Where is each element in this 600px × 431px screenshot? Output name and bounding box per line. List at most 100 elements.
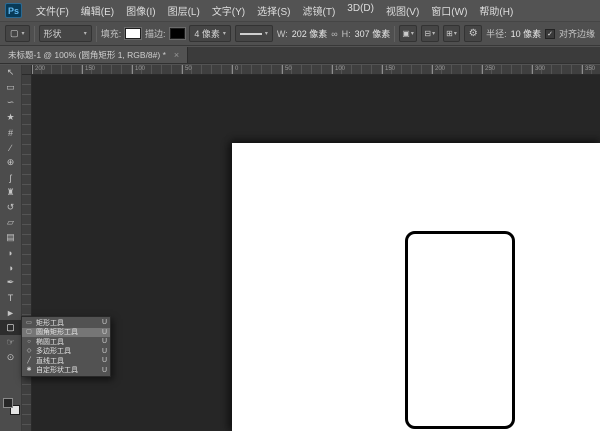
menu-3d[interactable]: 3D(D) (341, 1, 380, 20)
ruler-tick: 150 (382, 65, 383, 74)
align-edges-checkbox[interactable]: ✓ (545, 29, 555, 39)
ruler-tick: 100 (132, 65, 133, 74)
link-dimensions-icon[interactable]: ∞ (331, 29, 337, 39)
tool-icon: ∽ (7, 97, 15, 108)
blur-tool[interactable]: ◗ (0, 245, 22, 260)
flyout-rounded-rectangle-tool[interactable]: ▢ 圆角矩形工具 U (22, 328, 110, 338)
tool-icon: ► (6, 308, 15, 318)
crop-tool[interactable]: # (0, 125, 22, 140)
flyout-ellipse-tool[interactable]: ○ 椭圆工具 U (22, 337, 110, 347)
color-swatches (3, 398, 21, 416)
height-field[interactable]: 307 像素 (355, 27, 391, 40)
tool-icon: ★ (6, 112, 14, 123)
menu-filter[interactable]: 滤镜(T) (297, 1, 342, 20)
ruler-tick-label: 200 (35, 65, 45, 74)
ruler-tick: 0 (232, 65, 233, 74)
tool-icon: ⊙ (7, 352, 15, 363)
clone-stamp-tool[interactable]: ♜ (0, 185, 22, 200)
flyout-item-shortcut: U (102, 367, 107, 374)
menu-help[interactable]: 帮助(H) (473, 1, 519, 20)
healing-brush-tool[interactable]: ⊕ (0, 155, 22, 170)
history-brush-tool[interactable]: ↺ (0, 200, 22, 215)
align-edges-label: 对齐边缘 (559, 27, 595, 40)
tool-preset-icon: ▢ (10, 28, 19, 39)
menu-bar: Ps 文件(F) 编辑(E) 图像(I) 图层(L) 文字(Y) 选择(S) 滤… (0, 0, 600, 22)
ruler-tick-label: 200 (435, 65, 445, 74)
path-alignment-button[interactable]: ⊟ ▾ (421, 25, 439, 42)
zoom-tool[interactable]: ⊙ (0, 350, 22, 365)
path-arrange-button[interactable]: ⊞ ▾ (443, 25, 461, 42)
ruler-tick-label: 100 (135, 65, 145, 74)
menu-type[interactable]: 文字(Y) (206, 1, 251, 20)
chevron-down-icon: ▾ (432, 31, 435, 37)
flyout-custom-shape-tool[interactable]: ✱ 自定形状工具 U (22, 366, 110, 376)
flyout-rectangle-tool[interactable]: ▭ 矩形工具 U (22, 318, 110, 328)
menu-select[interactable]: 选择(S) (251, 1, 296, 20)
flyout-polygon-tool[interactable]: ◇ 多边形工具 U (22, 347, 110, 357)
menu-edit[interactable]: 编辑(E) (75, 1, 120, 20)
ruler-tick-label: 300 (535, 65, 545, 74)
lasso-tool[interactable]: ∽ (0, 95, 22, 110)
menu-window[interactable]: 窗口(W) (425, 1, 473, 20)
close-icon[interactable]: × (174, 50, 179, 60)
gradient-tool[interactable]: ▤ (0, 230, 22, 245)
tool-icon: ∕ (10, 143, 12, 153)
flyout-line-tool[interactable]: ╱ 直线工具 U (22, 356, 110, 366)
geometry-options-button[interactable]: ⚙ (464, 25, 482, 42)
stroke-width-field[interactable]: 4 像素 ▾ (189, 25, 231, 42)
document-tab[interactable]: 未标题-1 @ 100% (圆角矩形 1, RGB/8#) * × (0, 47, 188, 63)
menu-layer[interactable]: 图层(L) (162, 1, 206, 20)
ruler-tick: 250 (482, 65, 483, 74)
eyedropper-tool[interactable]: ∕ (0, 140, 22, 155)
ruler-tick: 350 (582, 65, 583, 74)
shape-tools-flyout: ▭ 矩形工具 U ▢ 圆角矩形工具 U ○ 椭圆工具 U ◇ 多边形工具 U ╱… (21, 316, 111, 377)
rectangle-tool[interactable]: ▢ (0, 320, 22, 335)
ruler-tick-label: 0 (235, 65, 238, 74)
stroke-color-swatch[interactable] (170, 28, 186, 39)
stroke-label: 描边: (145, 27, 166, 40)
flyout-item-label: 直线工具 (36, 356, 99, 366)
tool-mode-select[interactable]: 形状 ▾ (39, 25, 92, 42)
dodge-tool[interactable]: ◑ (0, 260, 22, 275)
menu-view[interactable]: 视图(V) (380, 1, 425, 20)
shape-icon: ◇ (25, 348, 33, 354)
chevron-down-icon: ▾ (223, 31, 226, 37)
path-selection-tool[interactable]: ► (0, 305, 22, 320)
radius-field[interactable]: 10 像素 (511, 27, 542, 40)
flyout-item-label: 椭圆工具 (36, 337, 99, 347)
menu-file[interactable]: 文件(F) (30, 1, 75, 20)
quick-selection-tool[interactable]: ★ (0, 110, 22, 125)
tool-preset-picker[interactable]: ▢ ▾ (5, 25, 30, 42)
photoshop-window: Ps 文件(F) 编辑(E) 图像(I) 图层(L) 文字(Y) 选择(S) 滤… (0, 0, 600, 431)
foreground-color-swatch[interactable] (3, 398, 13, 408)
width-label: W: (277, 29, 288, 39)
flyout-item-shortcut: U (102, 357, 107, 364)
flyout-item-label: 矩形工具 (36, 318, 99, 328)
chevron-down-icon: ▾ (454, 31, 457, 37)
type-tool[interactable]: T (0, 290, 22, 305)
ruler-tick-label: 150 (85, 65, 95, 74)
width-field[interactable]: 202 像素 (292, 27, 328, 40)
radius-label: 半径: (486, 27, 507, 40)
brush-tool[interactable]: ʃ (0, 170, 22, 185)
marquee-tool[interactable]: ▭ (0, 80, 22, 95)
ruler-tick: 50 (182, 65, 183, 74)
stroke-type-select[interactable]: ▾ (235, 25, 273, 42)
move-tool[interactable]: ↖ (0, 65, 22, 80)
tool-icon: ♜ (6, 187, 14, 198)
tool-icon: ↺ (7, 202, 15, 213)
rounded-rectangle-shape[interactable] (405, 231, 515, 429)
chevron-down-icon: ▾ (84, 31, 87, 37)
horizontal-ruler: 200 150 100 50 0 50 100 150 200 250 300 … (22, 65, 600, 75)
path-operations-button[interactable]: ▣ ▾ (399, 25, 417, 42)
pen-tool[interactable]: ✒ (0, 275, 22, 290)
ruler-tick: 50 (282, 65, 283, 74)
document-tab-strip: 未标题-1 @ 100% (圆角矩形 1, RGB/8#) * × (0, 47, 600, 64)
eraser-tool[interactable]: ▱ (0, 215, 22, 230)
menu-image[interactable]: 图像(I) (120, 1, 161, 20)
height-label: H: (342, 29, 351, 39)
canvas[interactable] (232, 143, 600, 431)
fill-color-swatch[interactable] (125, 28, 141, 39)
tool-icon: ◑ (8, 263, 13, 273)
hand-tool[interactable]: ☞ (0, 335, 22, 350)
